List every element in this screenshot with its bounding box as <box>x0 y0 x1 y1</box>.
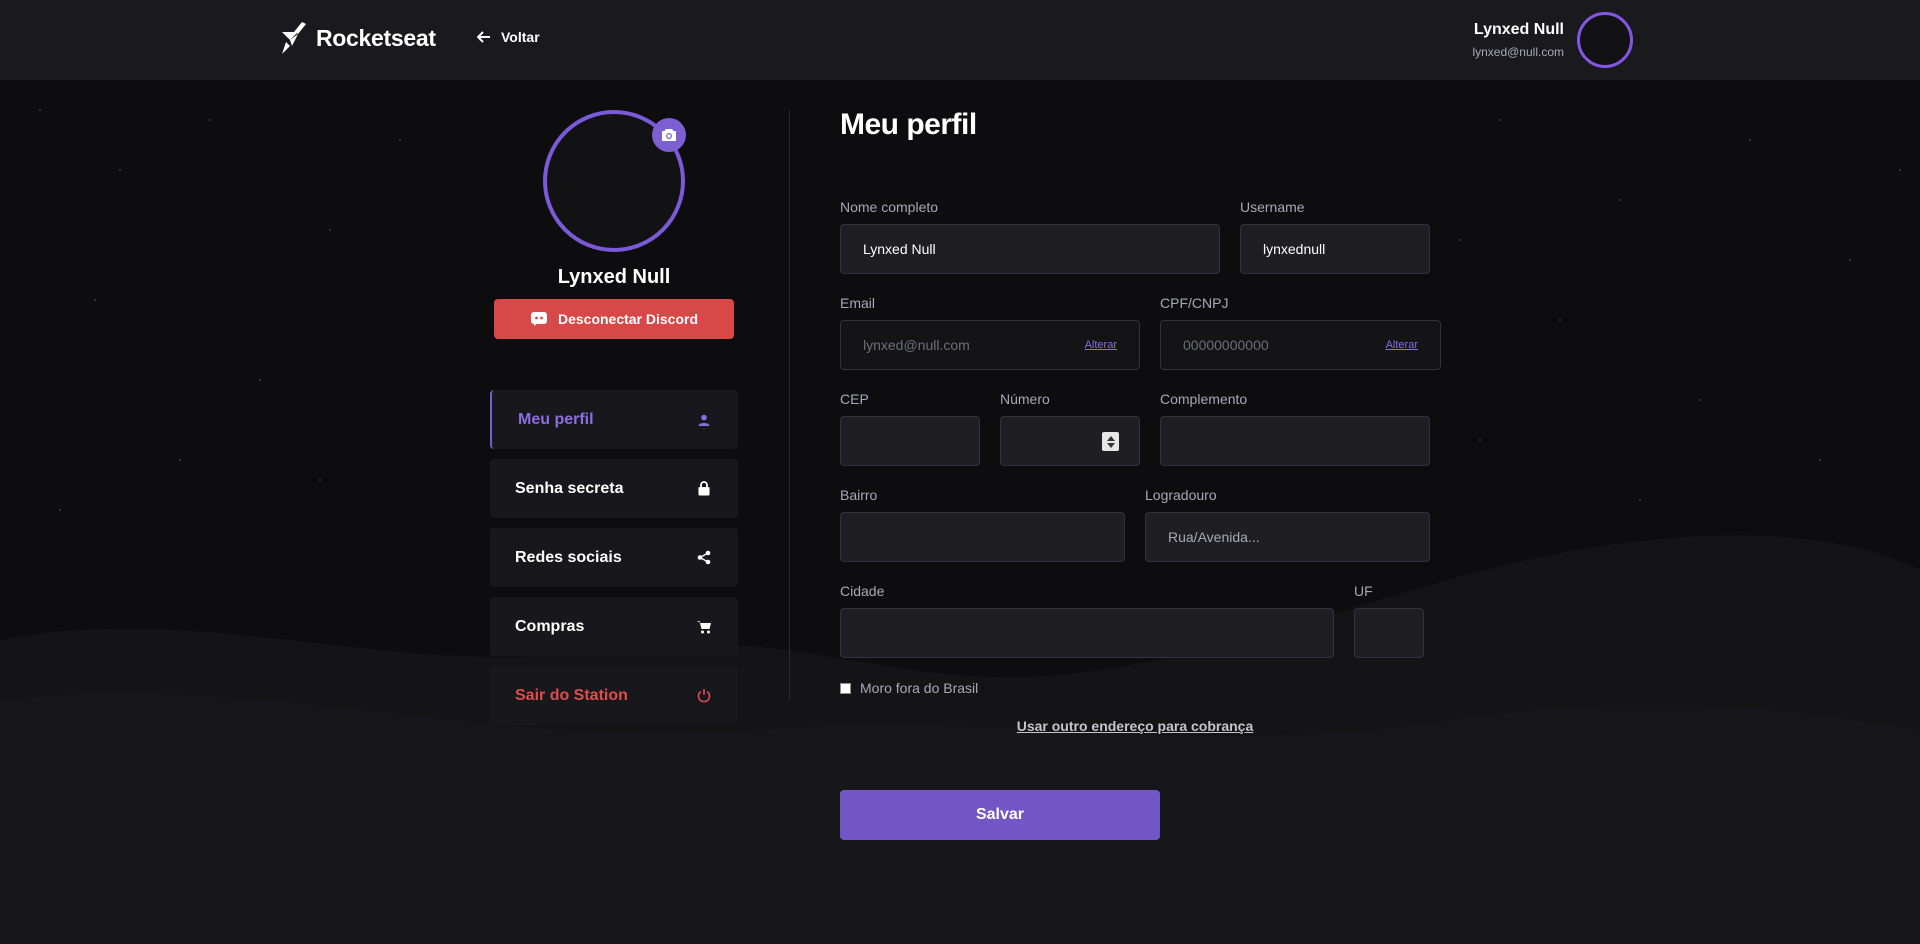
page-title: Meu perfil <box>840 108 977 141</box>
discord-button-label: Desconectar Discord <box>557 311 699 327</box>
menu-item-label: Sair do Station <box>515 686 628 704</box>
username-value: lynxednull <box>1263 241 1326 257</box>
cep-field: CEP <box>840 391 980 466</box>
logradouro-input[interactable]: Rua/Avenida... <box>1145 512 1430 562</box>
username-label: Username <box>1240 199 1305 215</box>
section-divider <box>789 110 790 700</box>
menu-item-label: Compras <box>515 617 585 635</box>
full-name-label: Nome completo <box>840 199 939 215</box>
menu-item-meu-perfil[interactable]: Meu perfil <box>490 390 738 449</box>
bairro-input[interactable] <box>840 512 1125 562</box>
full-name-input[interactable]: Lynxed Null <box>840 224 1220 274</box>
cart-icon <box>696 619 712 635</box>
menu-item-compras[interactable]: Compras <box>490 597 738 656</box>
header-user-name: Lynxed Null <box>1473 21 1564 38</box>
profile-name: Lynxed Null <box>557 266 671 288</box>
menu-item-label: Senha secreta <box>515 479 624 497</box>
logradouro-placeholder: Rua/Avenida... <box>1168 529 1260 545</box>
bairro-field: Bairro <box>840 487 1125 562</box>
numero-label: Número <box>1000 391 1050 407</box>
logradouro-label: Logradouro <box>1145 487 1217 503</box>
abroad-checkbox[interactable] <box>840 682 851 694</box>
logradouro-field: Logradouro Rua/Avenida... <box>1145 487 1430 562</box>
stepper-up-icon <box>1106 435 1115 441</box>
stepper-down-icon <box>1106 442 1115 448</box>
profile-avatar-wrap <box>543 110 686 252</box>
discord-icon <box>530 312 547 326</box>
change-photo-button[interactable] <box>652 118 686 152</box>
number-stepper[interactable] <box>1102 432 1119 451</box>
full-name-field: Nome completo Lynxed Null <box>840 199 1220 274</box>
cidade-label: Cidade <box>840 583 885 599</box>
uf-input[interactable] <box>1354 608 1424 658</box>
menu-item-label: Redes sociais <box>515 548 622 566</box>
save-button[interactable]: Salvar <box>840 790 1160 840</box>
cpf-label: CPF/CNPJ <box>1160 295 1229 311</box>
username-field: Username lynxednull <box>1240 199 1430 274</box>
header-user-email: lynxed@null.com <box>1472 45 1564 59</box>
share-icon <box>696 550 712 566</box>
back-label: Voltar <box>501 29 540 45</box>
complemento-input[interactable] <box>1160 416 1430 466</box>
full-name-value: Lynxed Null <box>863 241 936 257</box>
cep-input[interactable] <box>840 416 980 466</box>
abroad-checkbox-label: Moro fora do Brasil <box>860 680 979 696</box>
arrow-left-icon <box>477 31 490 43</box>
profile-form: Meu perfil Nome completo Lynxed Null Use… <box>840 108 1441 840</box>
uf-field: UF <box>1354 583 1424 658</box>
cpf-placeholder: 00000000000 <box>1183 337 1269 353</box>
top-bar: Rocketseat Voltar Lynxed Null lynxed@nul… <box>0 0 1920 80</box>
brand-logo[interactable]: Rocketseat <box>276 20 436 56</box>
menu-item-label: Meu perfil <box>518 410 594 428</box>
brand-name: Rocketseat <box>316 24 436 51</box>
abroad-checkbox-row: Moro fora do Brasil <box>840 680 978 696</box>
numero-field: Número <box>1000 391 1140 466</box>
disconnect-discord-button[interactable]: Desconectar Discord <box>494 299 734 339</box>
email-placeholder: lynxed@null.com <box>863 337 970 353</box>
cidade-field: Cidade <box>840 583 1334 658</box>
header-avatar[interactable] <box>1577 12 1633 68</box>
user-icon <box>696 412 712 428</box>
change-cpf-link[interactable]: Alterar <box>1386 339 1418 351</box>
uf-label: UF <box>1354 583 1373 599</box>
rocket-icon <box>282 22 306 54</box>
menu-item-sair[interactable]: Sair do Station <box>490 666 738 725</box>
alternate-billing-link[interactable]: Usar outro endereço para cobrança <box>840 718 1430 734</box>
power-icon <box>696 688 712 704</box>
complemento-label: Complemento <box>1160 391 1248 407</box>
camera-icon <box>662 129 676 141</box>
email-field: Email lynxed@null.com Alterar <box>840 295 1140 370</box>
header-user-info: Lynxed Null lynxed@null.com <box>1472 21 1564 59</box>
change-email-link[interactable]: Alterar <box>1085 339 1117 351</box>
cpf-field: CPF/CNPJ 00000000000 Alterar <box>1160 295 1441 370</box>
cidade-input[interactable] <box>840 608 1334 658</box>
username-input[interactable]: lynxednull <box>1240 224 1430 274</box>
complemento-field: Complemento <box>1160 391 1430 466</box>
menu-item-redes-sociais[interactable]: Redes sociais <box>490 528 738 587</box>
numero-input[interactable] <box>1000 416 1140 466</box>
cpf-input[interactable]: 00000000000 Alterar <box>1160 320 1441 370</box>
email-input[interactable]: lynxed@null.com Alterar <box>840 320 1140 370</box>
menu-item-senha-secreta[interactable]: Senha secreta <box>490 459 738 518</box>
back-link[interactable]: Voltar <box>477 29 540 45</box>
profile-menu: Meu perfil Senha secreta Redes sociais C… <box>490 390 738 735</box>
email-label: Email <box>840 295 876 311</box>
bairro-label: Bairro <box>840 487 878 503</box>
cep-label: CEP <box>840 391 869 407</box>
lock-icon <box>696 481 712 497</box>
